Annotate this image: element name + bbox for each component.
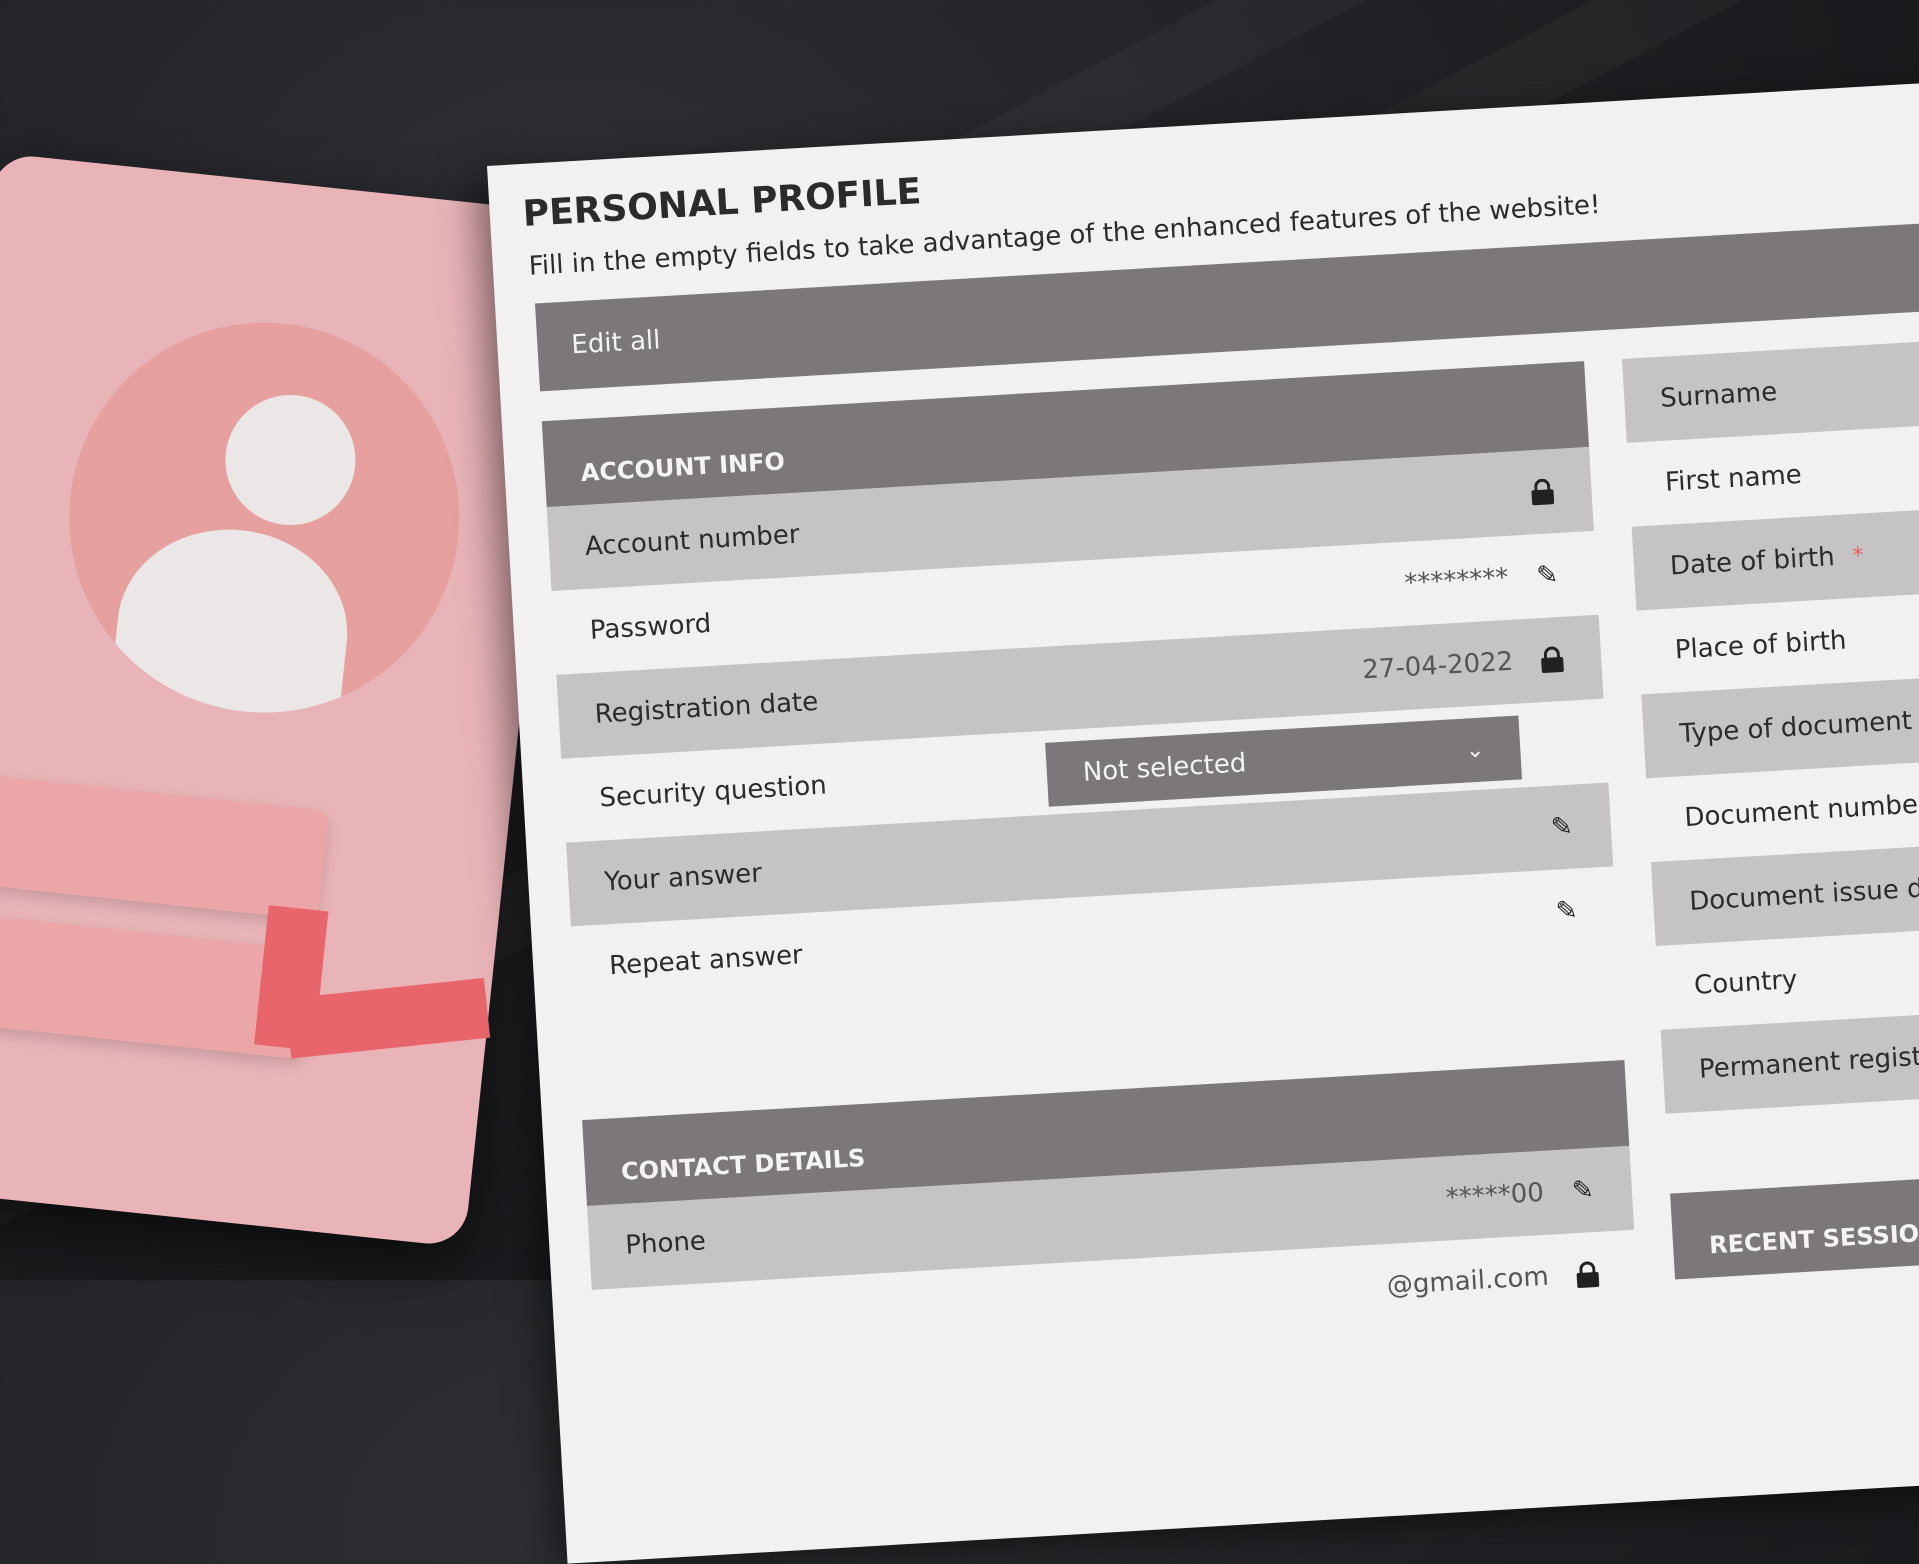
lock-icon	[1574, 1260, 1602, 1289]
personal-column: Surname First name Date of birth * Place …	[1621, 323, 1919, 1280]
field-label: Place of birth	[1673, 625, 1848, 666]
pencil-icon[interactable]: ✎	[1553, 895, 1581, 926]
passport-illustration	[0, 152, 573, 1248]
card-band	[0, 767, 329, 921]
required-asterisk: *	[1851, 542, 1865, 569]
field-label: Type of document	[1678, 705, 1913, 750]
avatar-body	[107, 518, 358, 732]
field-label: Surname	[1659, 377, 1778, 414]
field-label: Permanent registe	[1698, 1040, 1919, 1085]
pencil-icon[interactable]: ✎	[1534, 560, 1562, 591]
pencil-icon[interactable]: ✎	[1548, 812, 1576, 843]
avatar-circle	[49, 303, 479, 732]
field-label: Date of birth	[1669, 542, 1836, 582]
email-value: @gmail.com	[1386, 1261, 1550, 1302]
field-label	[630, 1286, 1387, 1330]
registration-date-value: 27-04-2022	[1361, 646, 1515, 686]
page-title: PERSONAL PROFILE	[521, 171, 923, 235]
field-surname[interactable]: Surname	[1621, 323, 1919, 443]
field-label: Document number	[1683, 789, 1919, 834]
lock-icon	[1529, 477, 1557, 506]
pencil-icon[interactable]: ✎	[1569, 1175, 1597, 1206]
field-label: Document issue da	[1688, 872, 1919, 917]
account-column: ACCOUNT INFO Account number Password ***…	[541, 361, 1639, 1374]
password-value: ********	[1403, 562, 1510, 599]
avatar-head	[218, 388, 362, 532]
phone-value: *****00	[1445, 1177, 1545, 1214]
lock-icon	[1538, 645, 1566, 674]
field-label: First name	[1664, 459, 1803, 498]
field-label: Country	[1693, 964, 1799, 1001]
select-value: Not selected	[1082, 748, 1248, 788]
profile-panel: PERSONAL PROFILE Fill in the empty field…	[487, 68, 1919, 1564]
chevron-down-icon: ⌄	[1465, 737, 1485, 764]
